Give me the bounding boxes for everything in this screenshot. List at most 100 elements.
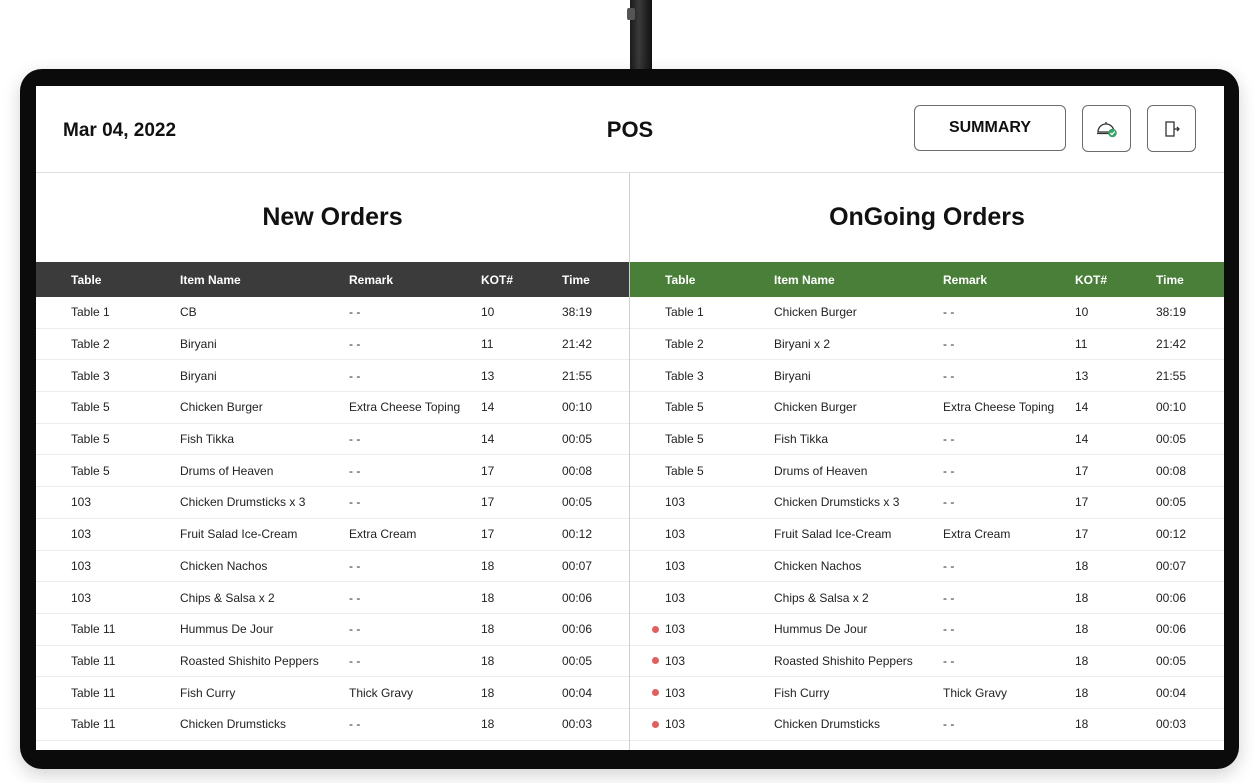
- order-row[interactable]: Table 1 CB - - 10 38:19: [36, 297, 629, 329]
- pos-screen: Mar 04, 2022 POS SUMMARY New Orders Tabl…: [36, 86, 1224, 750]
- cell-time: 00:04: [562, 685, 593, 700]
- order-row[interactable]: Table 5 Drums of Heaven - - 17 00:08: [36, 455, 629, 488]
- cell-remark: - -: [943, 368, 955, 383]
- order-row[interactable]: 103 Chips & Salsa x 2 - - 18 00:06: [36, 582, 629, 614]
- cell-kot: 17: [481, 463, 495, 478]
- logout-button[interactable]: [1147, 105, 1196, 152]
- order-row[interactable]: Table 3 Biryani - - 13 21:55: [630, 360, 1224, 393]
- alert-dot-icon: [652, 657, 659, 665]
- cell-table: Table 5: [71, 400, 110, 415]
- order-row[interactable]: Table 5 Fish Tikka - - 14 00:05: [36, 424, 629, 456]
- order-row[interactable]: Table 1 Chicken Burger - - 10 38:19: [630, 297, 1224, 329]
- cell-remark: - -: [349, 368, 361, 383]
- cell-time: 38:19: [1156, 305, 1187, 320]
- cell-table: 103: [71, 495, 92, 510]
- cell-kot: 18: [481, 558, 495, 573]
- cell-kot: 11: [481, 337, 494, 352]
- cell-table: Table 5: [71, 432, 110, 447]
- cell-time: 00:05: [562, 653, 593, 668]
- cell-table: Table 1: [71, 305, 110, 320]
- cell-table: Table 2: [665, 337, 704, 352]
- cell-remark: - -: [349, 622, 361, 637]
- order-row[interactable]: Table 5 Fish Tikka - - 14 00:05: [630, 424, 1224, 456]
- order-row[interactable]: 103 Hummus De Jour - - 18 00:06: [630, 614, 1224, 646]
- order-row[interactable]: 103 Chicken Drumsticks x 3 - - 17 00:05: [630, 487, 1224, 519]
- ongoing-orders-header-row: Table Item Name Remark KOT# Time: [630, 262, 1224, 297]
- column-header-table: Table: [71, 272, 102, 287]
- cell-kot: 17: [481, 495, 495, 510]
- order-row[interactable]: 103 Chicken Drumsticks x 3 - - 17 00:05: [36, 487, 629, 519]
- cell-table: 103: [71, 558, 92, 573]
- cell-kot: 18: [481, 717, 495, 732]
- cell-kot: 18: [481, 685, 495, 700]
- cell-remark: - -: [349, 558, 361, 573]
- cell-kot: 18: [1075, 717, 1089, 732]
- summary-button[interactable]: SUMMARY: [914, 105, 1066, 151]
- order-row[interactable]: Table 3 Biryani - - 13 21:55: [36, 360, 629, 393]
- cell-time: 00:05: [562, 495, 593, 510]
- cell-kot: 18: [1075, 685, 1089, 700]
- cell-remark: - -: [943, 653, 955, 668]
- cell-item-name: Fish Tikka: [180, 432, 235, 447]
- order-row[interactable]: 103 Chicken Nachos - - 18 00:07: [36, 551, 629, 583]
- cell-kot: 14: [1075, 432, 1089, 447]
- cell-item-name: Fish Curry: [774, 685, 830, 700]
- order-row[interactable]: Table 2 Biryani x 2 - - 11 21:42: [630, 329, 1224, 361]
- cell-item-name: Chicken Drumsticks: [180, 717, 287, 732]
- cell-table: Table 1: [665, 305, 704, 320]
- cell-table: Table 11: [71, 622, 116, 637]
- order-row[interactable]: 103 Fruit Salad Ice-Cream Extra Cream 17 00:…: [36, 519, 629, 551]
- cell-remark: - -: [943, 432, 955, 447]
- cell-item-name: Hummus De Jour: [774, 622, 868, 637]
- cell-time: 00:08: [562, 463, 593, 478]
- orders-status-button[interactable]: [1082, 105, 1131, 152]
- column-header-time: Time: [562, 272, 590, 287]
- cell-kot: 17: [481, 527, 495, 542]
- cell-table: 103: [630, 622, 774, 636]
- exit-door-icon: [1164, 120, 1180, 137]
- cell-remark: - -: [943, 717, 955, 732]
- order-row[interactable]: Table 5 Chicken Burger Extra Cheese Toping…: [36, 392, 629, 424]
- order-row[interactable]: Table 5 Drums of Heaven - - 17 00:08: [630, 455, 1224, 488]
- cell-item-name: Chicken Nachos: [180, 558, 268, 573]
- cell-table: 103: [71, 590, 92, 605]
- cell-table: Table 11: [71, 653, 116, 668]
- cell-table: 103: [71, 527, 92, 542]
- cell-table: 103: [665, 590, 686, 605]
- order-row[interactable]: 103 Roasted Shishito Peppers - - 18 00:05: [630, 646, 1224, 678]
- cell-table: 103: [665, 558, 686, 573]
- cell-kot: 18: [481, 653, 495, 668]
- cell-kot: 18: [1075, 558, 1089, 573]
- order-row[interactable]: Table 11 Chicken Drumsticks - - 18 00:03: [36, 709, 629, 741]
- order-row[interactable]: 103 Fish Curry Thick Gravy 18 00:04: [630, 677, 1224, 709]
- cell-remark: - -: [349, 305, 361, 320]
- cell-item-name: Chicken Nachos: [774, 558, 862, 573]
- order-row[interactable]: Table 11 Hummus De Jour - - 18 00:06: [36, 614, 629, 646]
- cell-time: 21:55: [1156, 368, 1187, 383]
- order-row[interactable]: 103 Chicken Drumsticks - - 18 00:03: [630, 709, 1224, 741]
- order-row[interactable]: Table 2 Biryani - - 11 21:42: [36, 329, 629, 361]
- cell-time: 00:08: [1156, 463, 1187, 478]
- cell-remark: Extra Cheese Toping: [349, 400, 461, 415]
- cell-kot: 14: [481, 400, 495, 415]
- cell-remark: - -: [943, 590, 955, 605]
- cell-kot: 14: [481, 432, 495, 447]
- column-header-kot: KOT#: [1075, 272, 1108, 287]
- cell-time: 00:05: [562, 432, 593, 447]
- cell-time: 21:42: [1156, 337, 1187, 352]
- order-row[interactable]: 103 Fruit Salad Ice-Cream Extra Cream 17 00:…: [630, 519, 1224, 551]
- cell-kot: 14: [1075, 400, 1089, 415]
- cell-kot: 13: [1075, 368, 1089, 383]
- cell-remark: Thick Gravy: [349, 685, 414, 700]
- order-row[interactable]: 103 Chips & Salsa x 2 - - 18 00:06: [630, 582, 1224, 614]
- order-row[interactable]: Table 11 Roasted Shishito Peppers - - 18 00:…: [36, 646, 629, 678]
- order-row[interactable]: 103 Chicken Nachos - - 18 00:07: [630, 551, 1224, 583]
- cell-remark: - -: [349, 463, 361, 478]
- column-header-remark: Remark: [349, 272, 394, 287]
- order-row[interactable]: Table 5 Chicken Burger Extra Cheese Toping…: [630, 392, 1224, 424]
- order-row[interactable]: Table 11 Fish Curry Thick Gravy 18 00:04: [36, 677, 629, 709]
- column-header-item: Item Name: [180, 272, 241, 287]
- cell-item-name: Chicken Drumsticks x 3: [180, 495, 306, 510]
- cell-time: 38:19: [562, 305, 593, 320]
- cell-table: Table 11: [71, 685, 116, 700]
